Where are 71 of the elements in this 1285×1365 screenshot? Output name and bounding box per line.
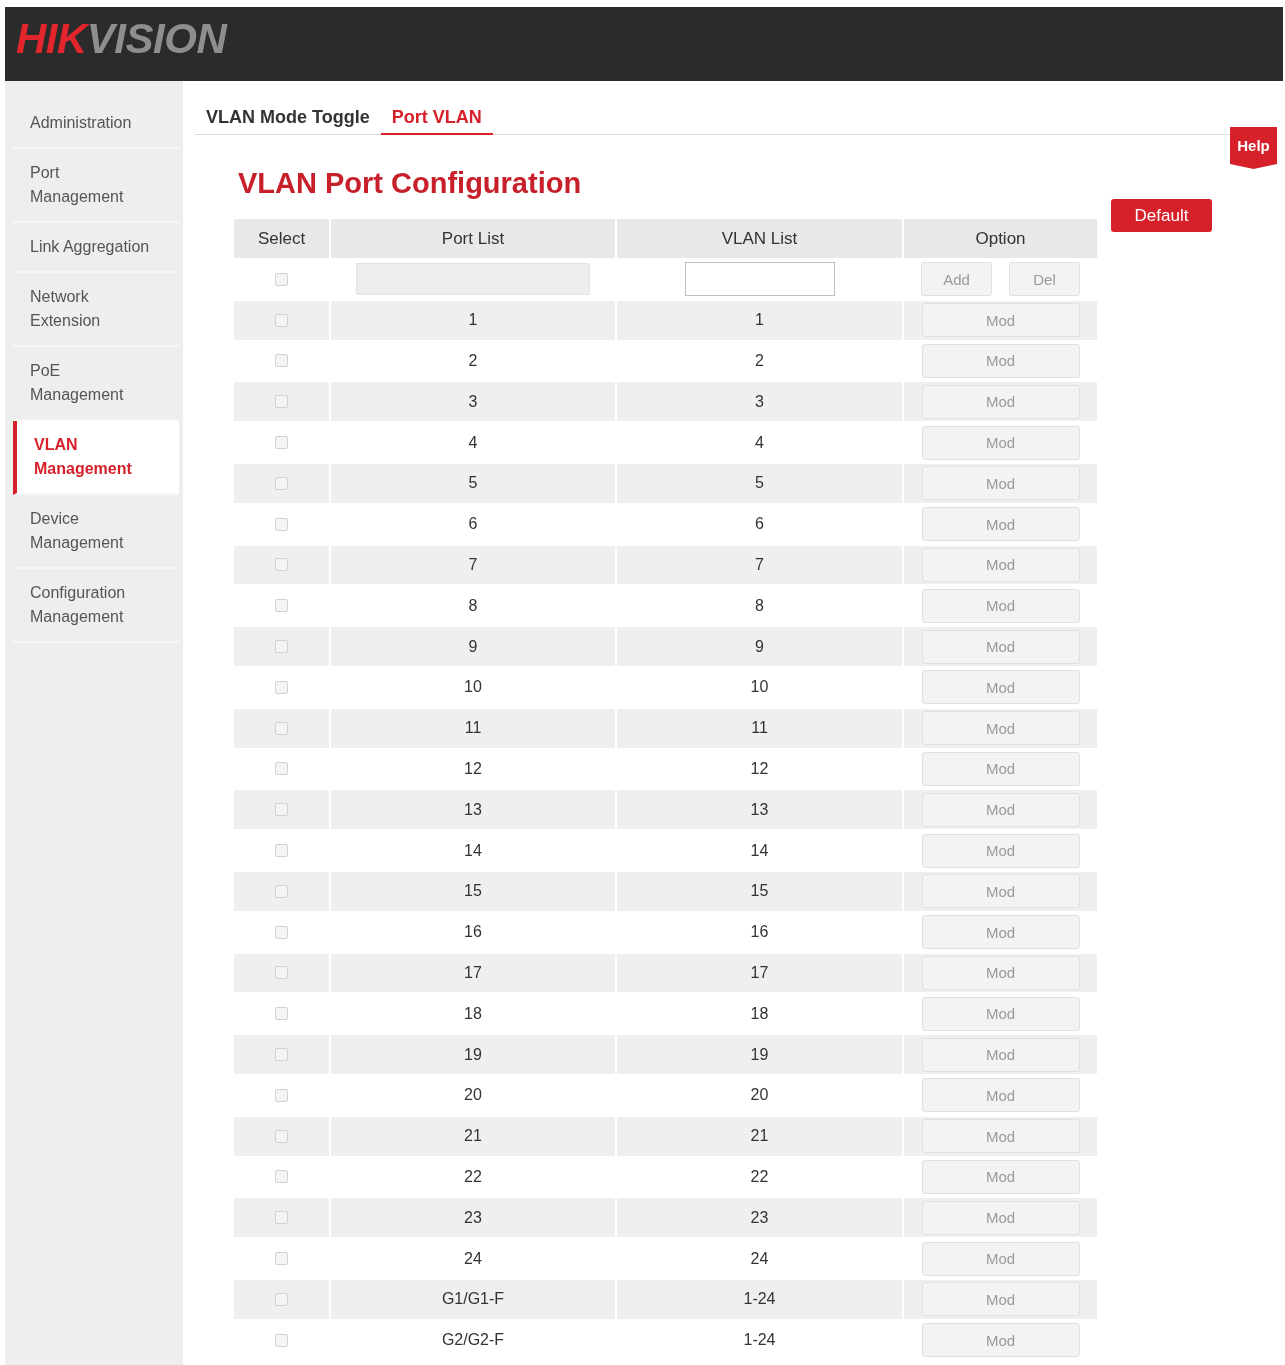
checkbox[interactable] [275, 640, 288, 654]
checkbox[interactable] [275, 395, 288, 409]
table-cell: 13 [331, 790, 615, 830]
table-cell: 17 [331, 953, 615, 993]
checkbox[interactable] [275, 680, 288, 694]
brand-logo: HIKVISION [16, 18, 227, 60]
sidebar-item[interactable]: Administration [13, 99, 179, 149]
column-header: Option [904, 219, 1097, 258]
table-cell: 1 [617, 300, 902, 340]
checkbox[interactable] [275, 272, 288, 286]
checkbox[interactable] [275, 313, 288, 327]
table-cell: 1-24 [617, 1279, 902, 1319]
checkbox[interactable] [275, 844, 288, 858]
checkbox[interactable] [275, 1088, 288, 1102]
table-cell: 19 [331, 1035, 615, 1074]
checkbox[interactable] [275, 1252, 288, 1265]
table-cell: 19 [617, 1035, 902, 1074]
table-cell: 7 [331, 545, 615, 585]
table-cell: 3 [331, 382, 615, 422]
table-cell: 15 [617, 871, 902, 911]
checkbox[interactable] [275, 1211, 288, 1225]
table-cell: 15 [331, 871, 615, 911]
checkbox[interactable] [275, 1292, 288, 1306]
column-header: VLAN List [617, 219, 902, 258]
table-cell: 11 [617, 708, 902, 748]
checkbox[interactable] [275, 884, 288, 898]
tab[interactable]: VLAN Mode Toggle [195, 102, 381, 135]
table-cell: 1 [331, 300, 615, 340]
table-cell: 7 [617, 545, 902, 585]
page-title: VLAN Port Configuration [238, 166, 583, 200]
table-cell: 17 [617, 953, 902, 993]
checkbox[interactable] [275, 925, 288, 939]
sidebar-item[interactable]: Device Management [13, 495, 179, 569]
checkbox[interactable] [275, 966, 288, 980]
help-button[interactable]: Help [1230, 127, 1277, 169]
checkbox[interactable] [275, 1170, 288, 1184]
vlan-list-input[interactable] [684, 262, 835, 297]
table-cell: 9 [331, 627, 615, 666]
checkbox[interactable] [275, 1048, 288, 1062]
sidebar-item[interactable]: VLAN Management [13, 421, 179, 495]
checkbox[interactable] [275, 599, 288, 613]
sidebar-item[interactable]: Port Management [13, 149, 179, 223]
table-cell: 23 [617, 1198, 902, 1238]
checkbox[interactable] [275, 476, 288, 490]
checkbox[interactable] [275, 762, 288, 776]
sidebar-item[interactable]: Link Aggregation [13, 223, 179, 273]
checkbox[interactable] [275, 1007, 288, 1021]
table-cell: 21 [331, 1116, 615, 1156]
checkbox[interactable] [275, 354, 288, 368]
sidebar-item[interactable]: Configuration Management [13, 569, 179, 643]
checkbox[interactable] [275, 803, 288, 817]
table-cell: 21 [617, 1116, 902, 1156]
table-cell: G1/G1-F [331, 1279, 615, 1319]
column-header: Select [234, 219, 329, 258]
sidebar-item[interactable]: Network Extension [13, 273, 179, 347]
table-cell: 5 [331, 464, 615, 503]
checkbox[interactable] [275, 721, 288, 735]
table-cell: 5 [617, 464, 902, 503]
checkbox[interactable] [275, 558, 288, 572]
default-button[interactable]: Default [1111, 199, 1212, 232]
table-cell: 9 [617, 627, 902, 666]
checkbox[interactable] [275, 517, 288, 531]
tab[interactable]: Port VLAN [380, 102, 493, 135]
table-cell: 23 [331, 1198, 615, 1238]
column-header: Port List [331, 219, 615, 258]
checkbox[interactable] [275, 1333, 288, 1347]
table-cell: 3 [617, 382, 902, 422]
checkbox[interactable] [275, 436, 288, 450]
table-cell: 13 [617, 790, 902, 830]
checkbox[interactable] [275, 1129, 288, 1143]
table-cell: 11 [331, 708, 615, 748]
